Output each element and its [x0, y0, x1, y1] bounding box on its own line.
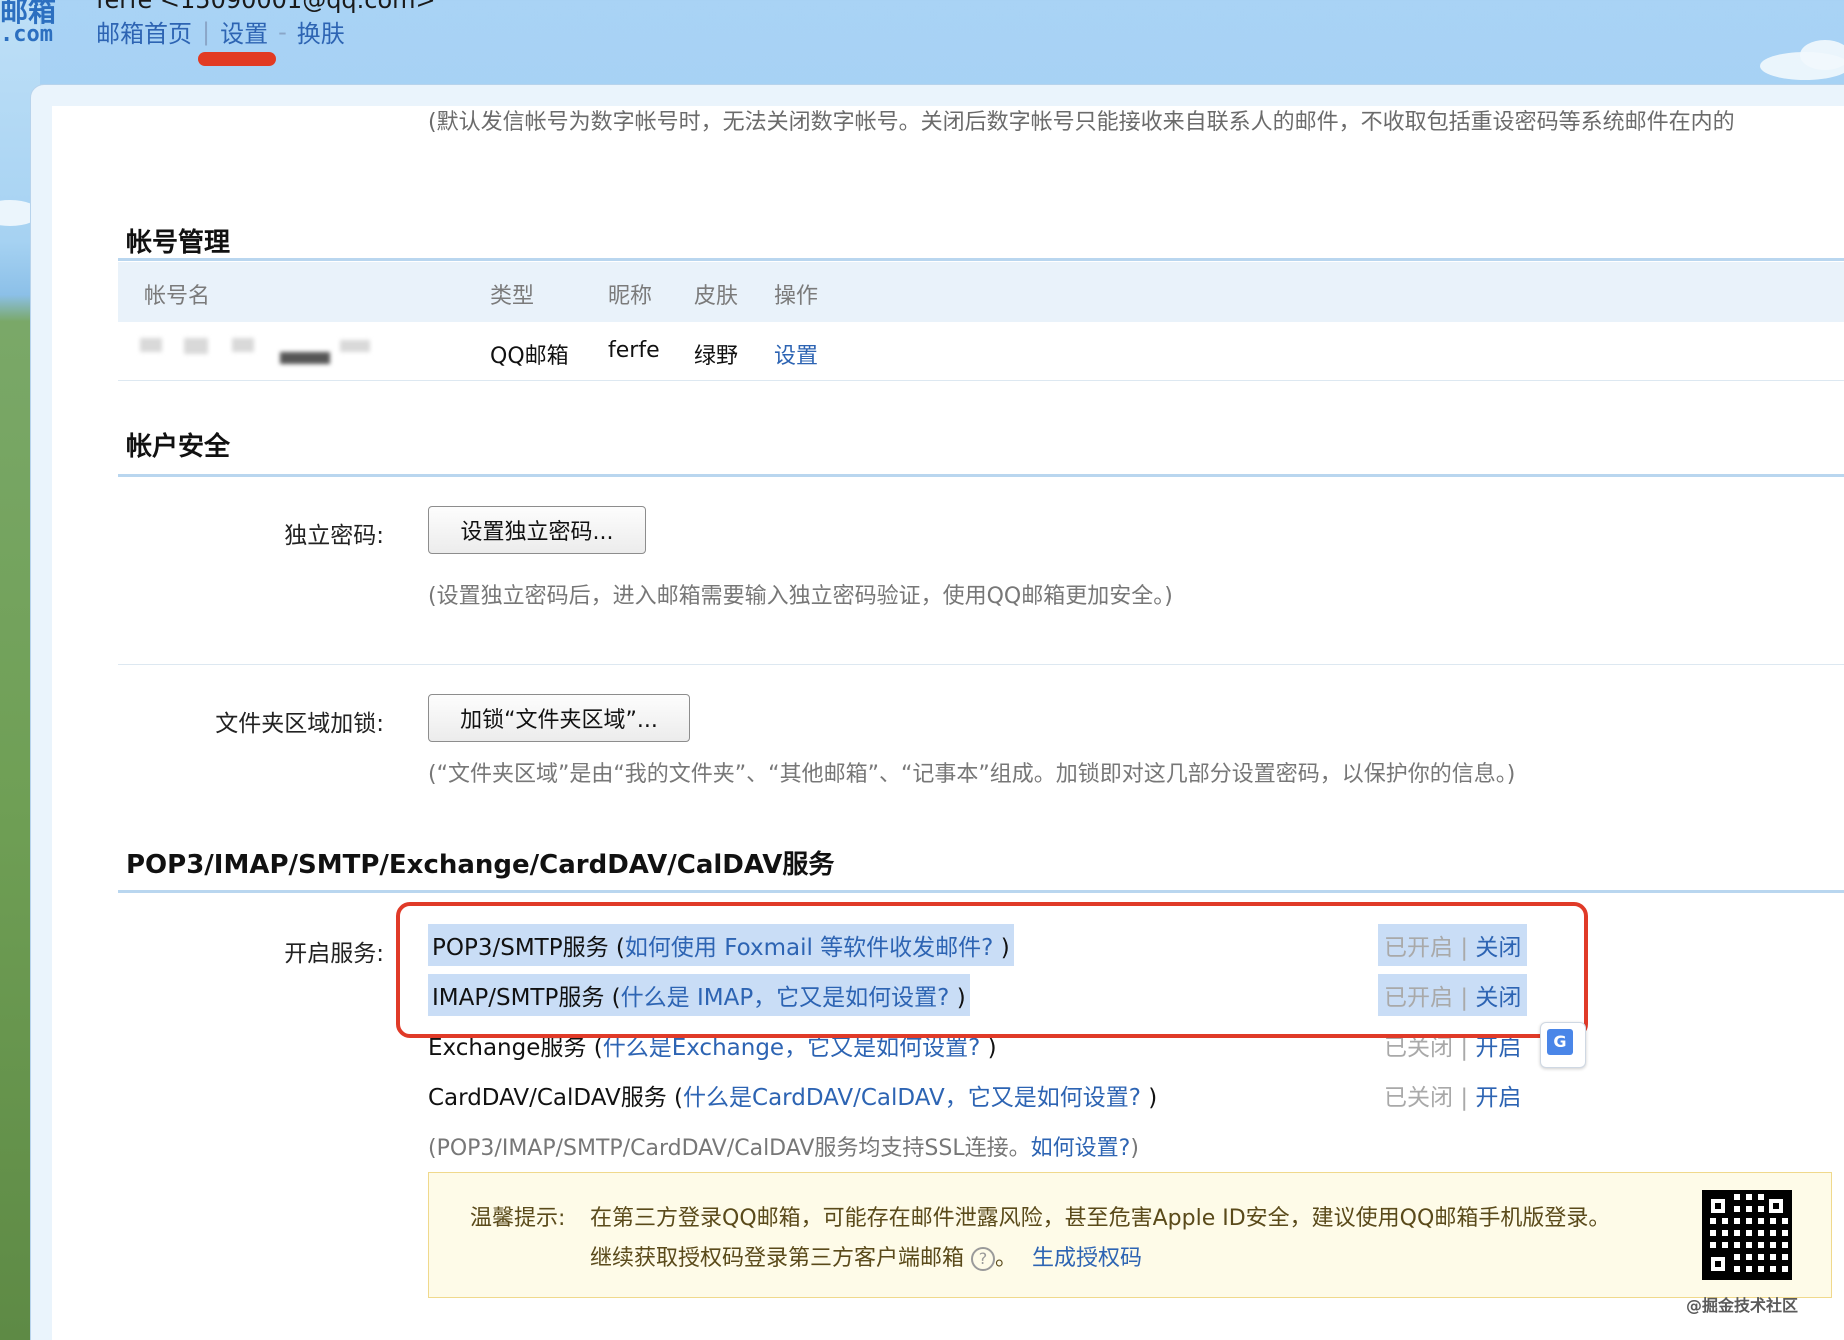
service-state-carddav: 已关闭 | 开启 [1384, 1078, 1521, 1112]
service-toggle-link[interactable]: 开启 [1475, 1085, 1521, 1111]
ssl-hint-text: (POP3/IMAP/SMTP/CardDAV/CalDAV服务均支持SSL连接… [428, 1136, 1031, 1161]
tip-label: 温馨提示: [470, 1206, 566, 1231]
account-table-header [118, 262, 1844, 322]
service-toggle-link[interactable]: 开启 [1475, 1035, 1521, 1061]
translate-glyph-icon: G [1547, 1029, 1573, 1055]
service-name: CardDAV/CalDAV服务 [428, 1085, 667, 1111]
ssl-howto-link[interactable]: 如何设置? [1031, 1136, 1131, 1161]
column-skin: 皮肤 [694, 284, 739, 309]
column-type: 类型 [490, 284, 535, 309]
tip-line-2-text: 继续获取授权码登录第三方客户端邮箱 [590, 1246, 965, 1271]
row-divider [118, 380, 1844, 381]
help-open-paren: ( [674, 1085, 684, 1111]
section-divider [118, 890, 1844, 893]
nav-separator: | [202, 17, 211, 46]
account-management-title: 帐号管理 [126, 228, 231, 258]
tip-line-1: 在第三方登录QQ邮箱，可能存在邮件泄露风险，甚至危害Apple ID安全，建议使… [590, 1206, 1611, 1231]
service-row-carddav: CardDAV/CalDAV服务 (什么是CardDAV/CalDAV，它又是如… [428, 1078, 1157, 1112]
nav-settings[interactable]: 设置 [220, 14, 268, 49]
warm-tip-box [428, 1172, 1832, 1298]
section-divider [118, 258, 1844, 261]
translate-icon[interactable]: G [1540, 1022, 1586, 1068]
set-independent-password-button[interactable]: 设置独立密码... [428, 506, 646, 554]
watermark-text: @掘金技术社区 [1686, 1296, 1799, 1315]
status-separator: | [1460, 1085, 1469, 1111]
top-navigation: 邮箱首页 | 设置 - 换肤 [96, 14, 345, 49]
column-nickname: 昵称 [608, 284, 653, 309]
section-divider [118, 474, 1844, 477]
user-account-line: ferfe <15090001@qq.com> [96, 0, 436, 14]
lock-folder-area-button[interactable]: 加锁“文件夹区域”... [428, 694, 690, 742]
tip-line-2: 继续获取授权码登录第三方客户端邮箱 ?。 生成授权码 [590, 1240, 1142, 1272]
red-highlight-annotation [396, 902, 1588, 1038]
account-nickname: ferfe [608, 338, 660, 363]
question-icon[interactable]: ? [971, 1247, 996, 1271]
enable-services-label: 开启服务: [284, 941, 384, 967]
service-status: 已关闭 [1384, 1085, 1453, 1111]
column-account-name: 帐号名 [144, 284, 211, 309]
status-separator: | [1460, 1035, 1469, 1061]
nav-separator: - [278, 17, 287, 46]
account-settings-link[interactable]: 设置 [774, 338, 818, 370]
account-security-title: 帐户安全 [126, 432, 231, 462]
account-type: QQ邮箱 [490, 344, 569, 369]
row-divider [118, 664, 1844, 665]
red-underline-annotation [198, 52, 276, 66]
folder-lock-hint: (“文件夹区域”是由“我的文件夹”、“其他邮箱”、“记事本”组成。加锁即对这几部… [428, 762, 1516, 787]
default-account-notice: (默认发信帐号为数字帐号时，无法关闭数字帐号。关闭后数字帐号只能接收来自联系人的… [428, 110, 1735, 135]
help-open-paren: ( [593, 1035, 603, 1061]
account-skin: 绿野 [694, 344, 739, 369]
service-help-link[interactable]: 什么是CardDAV/CalDAV，它又是如何设置? [683, 1085, 1141, 1111]
service-help-link[interactable]: 什么是Exchange，它又是如何设置? [603, 1035, 981, 1061]
help-close-paren: ) [1148, 1085, 1158, 1111]
help-close-paren: ) [987, 1035, 997, 1061]
service-status: 已关闭 [1384, 1035, 1453, 1061]
folder-lock-label: 文件夹区域加锁: [215, 711, 384, 737]
independent-password-hint: (设置独立密码后，进入邮箱需要输入独立密码验证，使用QQ邮箱更加安全。) [428, 584, 1173, 609]
tip-period: 。 [995, 1246, 1018, 1271]
redacted-account-name [140, 338, 390, 368]
services-title: POP3/IMAP/SMTP/Exchange/CardDAV/CalDAV服务 [126, 850, 835, 880]
generate-auth-code-link[interactable]: 生成授权码 [1032, 1246, 1142, 1271]
nav-mail-home[interactable]: 邮箱首页 [96, 14, 192, 49]
independent-password-label: 独立密码: [284, 523, 384, 549]
qr-code [1702, 1190, 1792, 1280]
ssl-hint: (POP3/IMAP/SMTP/CardDAV/CalDAV服务均支持SSL连接… [428, 1130, 1139, 1162]
logo-domain: .com [0, 22, 53, 47]
nav-change-skin[interactable]: 换肤 [297, 14, 345, 49]
service-name: Exchange服务 [428, 1035, 587, 1061]
cloud-decoration [1800, 40, 1844, 70]
column-action: 操作 [774, 284, 819, 309]
ssl-hint-close: ) [1130, 1136, 1139, 1161]
